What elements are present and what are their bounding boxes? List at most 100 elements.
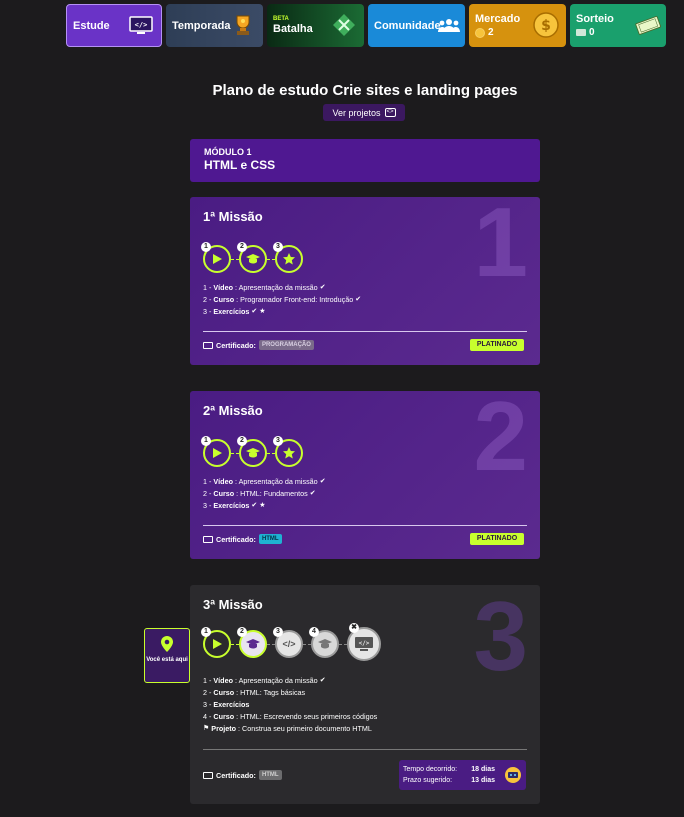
map-pin-icon: [159, 635, 175, 653]
star-small-icon: ★: [259, 502, 266, 509]
ticket-count: 0: [589, 27, 595, 38]
mission-steps: 1 2 3: [201, 242, 303, 274]
time-elapsed-value: 18 dias: [471, 766, 495, 773]
mission-items: 1 - Vídeo: Apresentação da missão ✔ 2 - C…: [203, 476, 326, 512]
list-item[interactable]: 1 - Vídeo: Apresentação da missão ✔: [203, 675, 377, 687]
svg-text:</>: </>: [359, 640, 370, 647]
divider: [203, 525, 527, 526]
time-suggested-label: Prazo sugerido:: [403, 777, 453, 784]
nav-batalha-button[interactable]: BETA Batalha: [267, 4, 364, 47]
step-video[interactable]: 1: [201, 627, 231, 658]
step-curso[interactable]: 2: [237, 242, 267, 273]
nav-estude-button[interactable]: Estude </>: [66, 4, 162, 47]
you-are-here-label: Você está aqui: [146, 657, 188, 663]
check-icon: ✔: [319, 677, 326, 684]
module-name: HTML e CSS: [204, 158, 276, 172]
ticket-small-icon: [576, 29, 586, 36]
nav-batalha-label: Batalha: [273, 23, 313, 35]
ver-projetos-button[interactable]: Ver projetos <>: [323, 104, 405, 121]
time-box: Tempo decorrido: 18 dias Prazo sugerido: 1…: [399, 760, 526, 790]
ver-projetos-label: Ver projetos: [332, 107, 381, 118]
cert-tag: HTML: [258, 534, 282, 544]
mission-number: 2: [473, 391, 528, 491]
star-icon: [283, 253, 295, 265]
trophy-icon: [229, 12, 257, 38]
list-item[interactable]: 3 - Exercícios ✔ ★: [203, 306, 361, 318]
mission-card-3[interactable]: 3 3ª Missão 1 2 3 </> 4 ✖ </> 1 - Vídeo:…: [190, 585, 540, 804]
status-badge: PLATINADO: [470, 533, 524, 545]
step-video[interactable]: 1: [201, 436, 231, 467]
coin-icon: [475, 27, 485, 38]
graduation-cap-icon: [246, 639, 260, 649]
beta-badge: BETA: [273, 16, 289, 22]
time-suggested-value: 13 dias: [471, 777, 495, 784]
check-icon: ✔: [319, 478, 326, 485]
mission-steps: 1 2 3: [201, 436, 303, 468]
nav-temporada-button[interactable]: Temporada: [166, 4, 263, 47]
certificate: Certificado: HTML: [203, 770, 282, 780]
nav-comunidade-button[interactable]: Comunidade: [368, 4, 465, 47]
step-curso-2[interactable]: 4: [309, 627, 339, 658]
list-item[interactable]: 2 - Curso: Programador Front-end: Introd…: [203, 294, 361, 306]
list-item[interactable]: ⚑ Projeto: Construa seu primeiro documen…: [203, 723, 377, 735]
nav-comunidade-label: Comunidade: [374, 19, 441, 32]
nav-mercado-button[interactable]: Mercado 2 $: [469, 4, 566, 47]
play-icon: [213, 639, 222, 649]
graduation-cap-icon: [318, 639, 332, 649]
list-item[interactable]: 2 - Curso: HTML: Fundamentos ✔: [203, 488, 326, 500]
mission-title: 1ª Missão: [203, 209, 263, 224]
nav-estude-label: Estude: [73, 19, 110, 32]
svg-text:$: $: [541, 18, 551, 34]
step-exercicios[interactable]: 3: [273, 436, 303, 467]
mission-number: 1: [473, 197, 528, 297]
people-icon: [435, 12, 463, 38]
step-exercicios[interactable]: 3 </>: [273, 627, 303, 658]
nav-mercado-label: Mercado: [475, 13, 521, 25]
list-item[interactable]: 1 - Vídeo: Apresentação da missão ✔: [203, 282, 361, 294]
robot-icon: [505, 767, 521, 783]
play-icon: [213, 254, 222, 264]
cert-tag: HTML: [258, 770, 282, 780]
step-curso[interactable]: 2: [237, 627, 267, 658]
ticket-icon: [634, 12, 662, 38]
coin-count: 2: [488, 27, 494, 38]
step-projeto[interactable]: ✖ </>: [347, 623, 381, 661]
certificate-icon: [203, 341, 213, 349]
mission-steps: 1 2 3 </> 4 ✖ </>: [201, 623, 381, 661]
nav-sorteio-label: Sorteio: [576, 13, 614, 25]
play-icon: [213, 448, 222, 458]
mission-card-1[interactable]: 1 1ª Missão 1 2 3 1 - Vídeo: Apresentaçã…: [190, 197, 540, 365]
mission-title: 2ª Missão: [203, 403, 263, 418]
code-icon: <>: [384, 108, 396, 117]
check-icon: ✔: [251, 502, 258, 509]
time-elapsed-label: Tempo decorrido:: [403, 766, 458, 773]
module-header[interactable]: MÓDULO 1 HTML e CSS: [190, 139, 540, 182]
mission-title: 3ª Missão: [203, 597, 263, 612]
mission-card-2[interactable]: 2 2ª Missão 1 2 3 1 - Vídeo: Apresentaçã…: [190, 391, 540, 559]
step-curso[interactable]: 2: [237, 436, 267, 467]
step-video[interactable]: 1: [201, 242, 231, 273]
check-icon: ✔: [319, 284, 326, 291]
you-are-here-marker: Você está aqui: [144, 628, 190, 683]
list-item[interactable]: 1 - Vídeo: Apresentação da missão ✔: [203, 476, 326, 488]
divider: [203, 331, 527, 332]
star-small-icon: ★: [259, 308, 266, 315]
graduation-cap-icon: [246, 448, 260, 458]
certificate-icon: [203, 535, 213, 543]
list-item[interactable]: 3 - Exercícios ✔ ★: [203, 500, 326, 512]
list-item[interactable]: 4 - Curso: HTML: Escrevendo seus primeir…: [203, 711, 377, 723]
mission-items: 1 - Vídeo: Apresentação da missão ✔ 2 - C…: [203, 282, 361, 318]
list-item[interactable]: 3 - Exercícios: [203, 699, 377, 711]
plan-title: Plano de estudo Crie sites e landing pag…: [212, 82, 518, 99]
flag-icon: ⚑: [203, 725, 210, 732]
nav-sorteio-button[interactable]: Sorteio 0: [570, 4, 666, 47]
step-exercicios[interactable]: 3: [273, 242, 303, 273]
mission-number: 3: [473, 585, 528, 691]
code-icon: </>: [282, 639, 296, 649]
list-item[interactable]: 2 - Curso: HTML: Tags básicas: [203, 687, 377, 699]
check-icon: ✔: [355, 296, 362, 303]
top-nav: Estude </> Temporada BETA Batalha Comuni…: [66, 4, 666, 47]
check-icon: ✔: [251, 308, 258, 315]
mission-items: 1 - Vídeo: Apresentação da missão ✔ 2 - C…: [203, 675, 377, 735]
monitor-code-icon: </>: [127, 13, 155, 39]
